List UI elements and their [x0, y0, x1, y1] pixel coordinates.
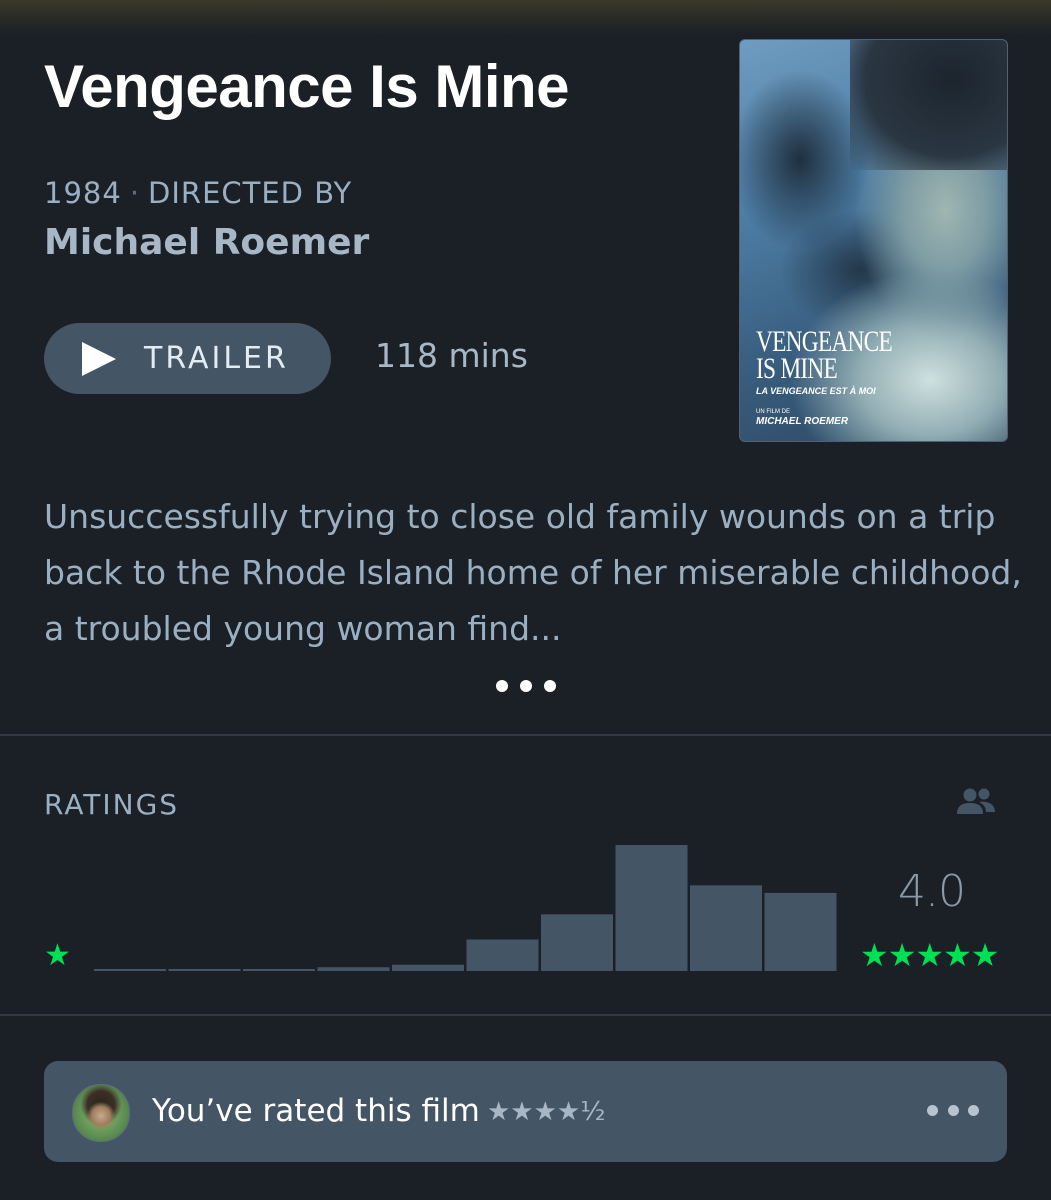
runtime: 118 mins	[375, 336, 528, 375]
max-stars-icon: ★★★★★	[860, 936, 999, 974]
average-rating[interactable]: 4.0	[898, 866, 966, 917]
director-link[interactable]: Michael Roemer	[44, 222, 369, 263]
trailer-label: TRAILER	[144, 341, 289, 376]
directed-by-label: DIRECTED BY	[148, 176, 353, 210]
poster-subtitle: LA VENGEANCE EST À MOI	[756, 386, 876, 396]
histogram-bar-3.5[interactable]	[541, 914, 613, 971]
histogram-bar-2.5[interactable]	[392, 964, 464, 971]
histogram-bar-1.5[interactable]	[243, 969, 315, 971]
film-meta: 1984 · DIRECTED BY	[44, 176, 352, 210]
ratings-heading: RATINGS	[44, 788, 180, 821]
more-dots-icon[interactable]	[927, 1105, 979, 1117]
your-rating-stars: ★★★★½	[487, 1097, 606, 1127]
more-dots-icon[interactable]	[496, 680, 556, 694]
trailer-button[interactable]: TRAILER	[44, 323, 331, 394]
poster-art	[850, 40, 1007, 170]
section-divider	[0, 1014, 1051, 1016]
histogram-bar-3[interactable]	[466, 939, 539, 972]
backdrop-image-strip	[0, 0, 1051, 36]
people-icon[interactable]	[955, 786, 997, 818]
histogram-bar-0.5[interactable]	[94, 969, 166, 971]
histogram-bar-4.5[interactable]	[690, 885, 762, 971]
play-icon	[82, 341, 116, 376]
user-avatar[interactable]	[72, 1084, 130, 1142]
histogram-bar-5[interactable]	[764, 892, 837, 971]
poster-title-line1: VENGEANCE	[756, 325, 893, 358]
your-rating-text: You’ve rated this film	[152, 1093, 480, 1129]
histogram-bar-1[interactable]	[168, 969, 241, 971]
poster-title: VENGEANCE IS MINE	[756, 325, 893, 385]
meta-separator: ·	[129, 176, 141, 210]
min-star-icon: ★	[44, 938, 71, 973]
synopsis-text[interactable]: Unsuccessfully trying to close old famil…	[44, 489, 1024, 657]
poster-director: MICHAEL ROEMER	[756, 416, 849, 427]
poster-film-by: UN FILM DE	[756, 409, 791, 415]
your-rating-bar[interactable]: You’ve rated this film ★★★★½	[44, 1061, 1007, 1162]
histogram-bar-2[interactable]	[317, 967, 390, 971]
release-year[interactable]: 1984	[44, 176, 122, 210]
histogram-bar-4[interactable]	[615, 845, 688, 971]
poster-title-line2: IS MINE	[756, 352, 838, 385]
film-poster[interactable]: VENGEANCE IS MINE LA VENGEANCE EST À MOI…	[739, 39, 1008, 442]
section-divider	[0, 734, 1051, 736]
film-title: Vengeance Is Mine	[44, 53, 570, 120]
